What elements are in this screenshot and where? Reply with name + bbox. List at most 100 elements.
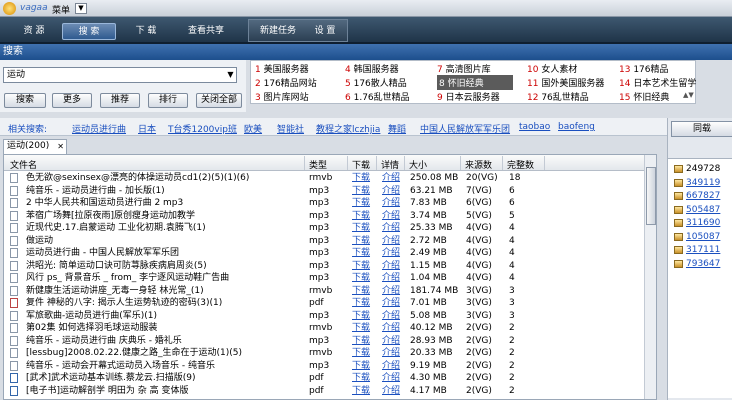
file-name[interactable]: 2 中华人民共和国运动员进行曲 2 mp3: [26, 197, 304, 209]
col-filename[interactable]: 文件名: [10, 158, 37, 171]
download-link[interactable]: 下载: [352, 347, 370, 359]
file-name[interactable]: 洪昭光: 简单运动口诀可防荨脉疾病肩周炎(5): [26, 260, 304, 272]
file-name[interactable]: 纯音乐 - 运动员进行曲 - 加长版(1): [26, 185, 304, 197]
table-row[interactable]: 复件 神秘的八字: 揭示人生运势轨迹的密码(3)(1) pdf 下载 介绍 7.01 M…: [4, 297, 644, 309]
hot-item[interactable]: 15 怀旧经典: [619, 90, 669, 103]
related-link[interactable]: taobao: [519, 122, 550, 132]
search-button[interactable]: 搜索: [4, 93, 46, 108]
hot-item[interactable]: 4 韩国服务器: [345, 62, 399, 75]
detail-link[interactable]: 介绍: [382, 272, 400, 284]
hot-item[interactable]: 6 1.76乱世精品: [345, 90, 410, 103]
table-row[interactable]: 苯宿广场舞[拉原夜雨]原创瘦身运动加教学 mp3 下载 介绍 3.74 MB 5(VG) 5: [4, 210, 644, 222]
col-type[interactable]: 类型: [309, 158, 327, 171]
file-name[interactable]: 复件 神秘的八字: 揭示人生运势轨迹的密码(3)(1): [26, 297, 304, 309]
side-list-item[interactable]: 105087: [674, 231, 720, 243]
menu-dropdown-icon[interactable]: ▼: [75, 3, 87, 14]
table-row[interactable]: 纯音乐 - 运动员进行曲 庆典乐 - 婚礼乐 mp3 下载 介绍 28.93 MB 2(V…: [4, 335, 644, 347]
detail-link[interactable]: 介绍: [382, 347, 400, 359]
side-list-item[interactable]: 349119: [674, 177, 720, 189]
table-row[interactable]: 第02集 如何选择羽毛球运动服装 rmvb 下载 介绍 40.12 MB 2(VG) 2: [4, 322, 644, 334]
hot-item[interactable]: 1 美国服务器: [255, 62, 309, 75]
settings-button[interactable]: 设 置: [305, 23, 345, 40]
table-row[interactable]: 纯音乐 - 运动员进行曲 - 加长版(1) mp3 下载 介绍 63.21 MB 7(VG…: [4, 185, 644, 197]
file-name[interactable]: 近现代史.17.启蒙运动 工业化初期.袁腾飞(1): [26, 222, 304, 234]
side-panel-button[interactable]: 同载: [671, 121, 732, 137]
tab-download[interactable]: 下 载: [120, 23, 172, 40]
detail-link[interactable]: 介绍: [382, 210, 400, 222]
file-name[interactable]: 第02集 如何选择羽毛球运动服装: [26, 322, 304, 334]
table-row[interactable]: 纯音乐 - 运动会开幕式运动员入场音乐 - 纯音乐 mp3 下载 介绍 9.19 MB 2…: [4, 360, 644, 372]
file-name[interactable]: 风行 ps_ 背景音乐 _ from_ 李宁逐风运动鞋广告曲: [26, 272, 304, 284]
hot-item[interactable]: 2 176精品网站: [255, 76, 317, 89]
download-link[interactable]: 下载: [352, 335, 370, 347]
new-task-button[interactable]: 新建任务: [253, 23, 303, 40]
menu-label[interactable]: 菜单: [52, 3, 70, 16]
file-name[interactable]: [武术]武术运动基本训练.蔡龙云.扫描版(9): [26, 372, 304, 384]
close-all-button[interactable]: 关闭全部: [196, 93, 242, 108]
download-link[interactable]: 下载: [352, 272, 370, 284]
hot-item[interactable]: 13 176精品: [619, 62, 669, 75]
related-link[interactable]: T台秀1200vip班: [168, 122, 237, 135]
detail-link[interactable]: 介绍: [382, 360, 400, 372]
download-link[interactable]: 下载: [352, 360, 370, 372]
related-link[interactable]: baofeng: [558, 122, 595, 132]
related-link[interactable]: 日本: [138, 122, 156, 135]
file-name[interactable]: 纯音乐 - 运动员进行曲 庆典乐 - 婚礼乐: [26, 335, 304, 347]
related-link[interactable]: 舞蹈: [388, 122, 406, 135]
hot-item[interactable]: 10 女人素材: [527, 62, 577, 75]
table-row[interactable]: [武术]武术运动基本训练.蔡龙云.扫描版(9) pdf 下载 介绍 4.30 MB 2(V…: [4, 372, 644, 384]
table-row[interactable]: 做运动 mp3 下载 介绍 2.72 MB 4(VG) 4: [4, 235, 644, 247]
download-link[interactable]: 下载: [352, 197, 370, 209]
scrollbar-thumb[interactable]: [646, 167, 656, 225]
related-link[interactable]: 欧美: [244, 122, 262, 135]
table-row[interactable]: 军旅歌曲-运动员进行曲(军乐)(1) mp3 下载 介绍 5.08 MB 3(VG) 3: [4, 310, 644, 322]
detail-link[interactable]: 介绍: [382, 285, 400, 297]
download-link[interactable]: 下载: [352, 297, 370, 309]
download-link[interactable]: 下载: [352, 247, 370, 259]
detail-link[interactable]: 介绍: [382, 310, 400, 322]
col-download[interactable]: 下载: [352, 158, 370, 171]
more-button[interactable]: 更多: [52, 93, 92, 108]
search-input[interactable]: 运动 ▼: [3, 67, 237, 83]
table-row[interactable]: [lessbug]2008.02.22.健康之路_生命在于运动(1)(5) rmv…: [4, 347, 644, 359]
detail-link[interactable]: 介绍: [382, 172, 400, 184]
file-name[interactable]: 苯宿广场舞[拉原夜雨]原创瘦身运动加教学: [26, 210, 304, 222]
detail-link[interactable]: 介绍: [382, 297, 400, 309]
detail-link[interactable]: 介绍: [382, 335, 400, 347]
detail-link[interactable]: 介绍: [382, 197, 400, 209]
file-name[interactable]: 做运动: [26, 235, 304, 247]
detail-link[interactable]: 介绍: [382, 247, 400, 259]
detail-link[interactable]: 介绍: [382, 322, 400, 334]
table-row[interactable]: 近现代史.17.启蒙运动 工业化初期.袁腾飞(1) mp3 下载 介绍 25.33 MB…: [4, 222, 644, 234]
table-row[interactable]: 洪昭光: 简单运动口诀可防荨脉疾病肩周炎(5) mp3 下载 介绍 1.15 MB 4(V…: [4, 260, 644, 272]
detail-link[interactable]: 介绍: [382, 260, 400, 272]
table-row[interactable]: 运动员进行曲 - 中国人民解放军军乐团 mp3 下载 介绍 2.49 MB 4(VG) 4: [4, 247, 644, 259]
file-name[interactable]: 军旅歌曲-运动员进行曲(军乐)(1): [26, 310, 304, 322]
hot-item[interactable]: 9 日本云服务器: [437, 90, 500, 103]
recommend-button[interactable]: 推荐: [100, 93, 140, 108]
hot-item[interactable]: 5 176散人精品: [345, 76, 407, 89]
related-link[interactable]: 运动员进行曲: [72, 122, 126, 135]
download-link[interactable]: 下载: [352, 385, 370, 397]
download-link[interactable]: 下载: [352, 222, 370, 234]
table-row[interactable]: 色无欲@sexinsex@漂亮的体操运动员cd1(2)(5)(1)(6) rmvb…: [4, 172, 644, 184]
detail-link[interactable]: 介绍: [382, 235, 400, 247]
detail-link[interactable]: 介绍: [382, 372, 400, 384]
ranking-button[interactable]: 排行: [148, 93, 188, 108]
side-list-item[interactable]: 311690: [674, 217, 720, 229]
detail-link[interactable]: 介绍: [382, 385, 400, 397]
close-icon[interactable]: ✕: [57, 140, 64, 153]
vertical-scrollbar[interactable]: [644, 155, 656, 399]
table-row[interactable]: 风行 ps_ 背景音乐 _ from_ 李宁逐风运动鞋广告曲 mp3 下载 介绍 1.0…: [4, 272, 644, 284]
col-sources[interactable]: 来源数: [465, 158, 492, 171]
table-row[interactable]: 新健康生活运动讲座_无毒一身轻 林光常_(1) rmvb 下载 介绍 181.74 MB…: [4, 285, 644, 297]
col-size[interactable]: 大小: [409, 158, 427, 171]
download-link[interactable]: 下载: [352, 310, 370, 322]
results-tab[interactable]: 运动(200) ✕: [3, 139, 67, 154]
side-list-item[interactable]: 249728: [674, 163, 720, 175]
download-link[interactable]: 下载: [352, 235, 370, 247]
download-link[interactable]: 下载: [352, 210, 370, 222]
file-name[interactable]: [lessbug]2008.02.22.健康之路_生命在于运动(1)(5): [26, 347, 304, 359]
tab-view-shared[interactable]: 查看共享: [176, 23, 236, 40]
file-name[interactable]: 新健康生活运动讲座_无毒一身轻 林光常_(1): [26, 285, 304, 297]
